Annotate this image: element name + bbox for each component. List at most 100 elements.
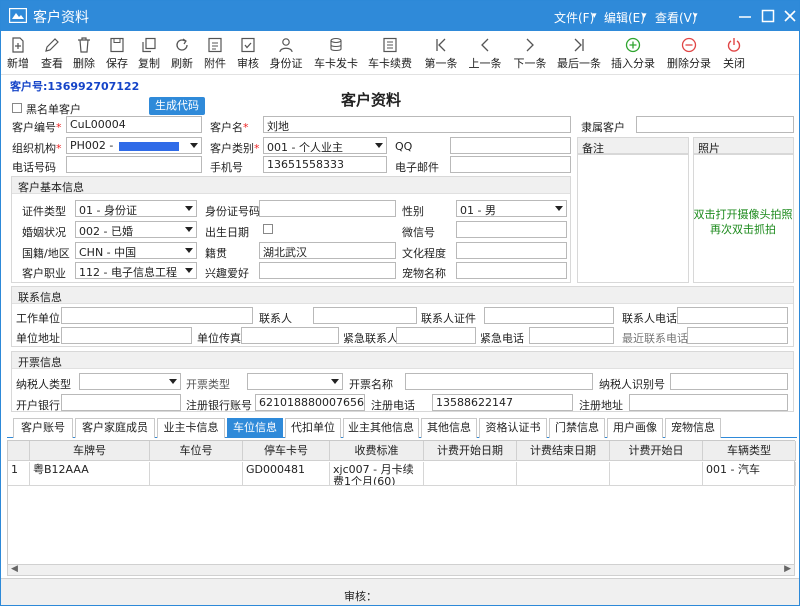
card-renew-button[interactable]: 车卡续费	[366, 33, 414, 73]
workplace-field[interactable]	[61, 307, 253, 324]
bank-account-field[interactable]: 6210188800076565	[255, 394, 365, 411]
taxpayer-type-select[interactable]	[79, 373, 181, 390]
id-type-select[interactable]: 01 - 身份证	[75, 200, 197, 217]
emergency-contact-field[interactable]	[396, 327, 476, 344]
emergency-phone-field[interactable]	[529, 327, 614, 344]
column-header[interactable]: 计费开始日	[610, 441, 703, 461]
category-select[interactable]: 001 - 个人业主	[263, 137, 387, 154]
menu-edit[interactable]: 编辑(E)	[604, 9, 645, 26]
copy-button[interactable]: 复制	[134, 33, 164, 73]
delete-button[interactable]: 删除	[69, 33, 99, 73]
workplace-label: 工作单位	[16, 312, 60, 325]
reg-address-field[interactable]	[629, 394, 788, 411]
contact-person-field[interactable]	[313, 307, 417, 324]
tab-qualification[interactable]: 资格认证书	[479, 418, 547, 438]
contact-id-field[interactable]	[484, 307, 614, 324]
cell-billing-end-date[interactable]	[517, 462, 610, 486]
refresh-button[interactable]: 刷新	[167, 33, 197, 73]
view-button[interactable]: 查看	[37, 33, 67, 73]
column-header[interactable]: 车辆类型	[703, 441, 796, 461]
cell-billing-start-date[interactable]	[424, 462, 517, 486]
tab-owner-card[interactable]: 业主卡信息	[157, 418, 225, 438]
gender-select[interactable]: 01 - 男	[456, 200, 567, 217]
close-window-icon[interactable]	[779, 5, 800, 27]
first-record-icon	[436, 38, 446, 52]
education-field[interactable]	[456, 242, 567, 259]
occupation-select[interactable]: 112 - 电子信息工程	[75, 262, 197, 279]
tab-withholding-unit[interactable]: 代扣单位	[285, 418, 341, 438]
horizontal-scrollbar[interactable]: ◀ ▶	[7, 564, 795, 576]
reg-phone-field[interactable]: 13588622147	[432, 394, 573, 411]
first-record-button[interactable]: 第一条	[422, 33, 460, 73]
generate-code-button[interactable]: 生成代码	[149, 97, 205, 115]
cell-parking-card[interactable]: GD000481	[243, 462, 330, 486]
work-fax-field[interactable]	[241, 327, 339, 344]
recent-phone-field[interactable]	[687, 327, 788, 344]
column-header[interactable]: 停车卡号	[243, 441, 330, 461]
tab-other-info[interactable]: 其他信息	[421, 418, 477, 438]
contact-phone-field[interactable]	[677, 307, 788, 324]
customer-code-field[interactable]: CuL00004	[66, 116, 202, 133]
cell-vehicle-type[interactable]: 001 - 汽车	[703, 462, 796, 486]
wechat-field[interactable]	[456, 221, 567, 238]
prev-record-button[interactable]: 上一条	[466, 33, 504, 73]
customer-name-field[interactable]: 刘地	[263, 116, 571, 133]
column-header[interactable]: 车位号	[150, 441, 243, 461]
column-header[interactable]: 收费标准	[330, 441, 424, 461]
tax-id-field[interactable]	[670, 373, 788, 390]
org-select[interactable]: PH002 -	[66, 137, 202, 154]
attachment-button[interactable]: 附件	[200, 33, 230, 73]
affiliated-customer-field[interactable]	[636, 116, 794, 133]
native-place-field[interactable]: 湖北武汉	[259, 242, 396, 259]
remark-textarea[interactable]	[577, 154, 689, 283]
bank-field[interactable]	[61, 394, 181, 411]
new-button[interactable]: 新增	[3, 33, 33, 73]
scroll-left-icon[interactable]: ◀	[11, 564, 18, 574]
tab-pet-info[interactable]: 宠物信息	[665, 418, 721, 438]
cell-billing-start-day[interactable]	[610, 462, 703, 486]
tab-access-control[interactable]: 门禁信息	[549, 418, 605, 438]
pet-name-field[interactable]	[456, 262, 567, 279]
contact-person-label: 联系人	[259, 312, 292, 325]
next-record-button[interactable]: 下一条	[511, 33, 549, 73]
id-card-button[interactable]: 身份证	[267, 33, 305, 73]
blacklist-checkbox[interactable]	[12, 103, 22, 113]
work-address-field[interactable]	[61, 327, 192, 344]
column-header[interactable]: 计费开始日期	[424, 441, 517, 461]
scroll-right-icon[interactable]: ▶	[784, 564, 791, 574]
minimize-icon[interactable]	[734, 5, 756, 27]
marital-select[interactable]: 002 - 已婚	[75, 221, 197, 238]
cell-fee-standard[interactable]: xjc007 - 月卡续费1个月(60)	[330, 462, 424, 486]
email-field[interactable]	[450, 156, 571, 173]
maximize-icon[interactable]	[757, 5, 779, 27]
save-button[interactable]: 保存	[102, 33, 132, 73]
delete-entry-button[interactable]: 删除分录	[665, 33, 713, 73]
card-issue-button[interactable]: 车卡发卡	[312, 33, 360, 73]
birth-date-checkbox[interactable]	[263, 224, 273, 234]
phone-field[interactable]	[66, 156, 202, 173]
cell-plate[interactable]: 粤B12AAA	[30, 462, 150, 486]
column-header[interactable]: 车牌号	[30, 441, 150, 461]
tab-parking-info[interactable]: 车位信息	[227, 418, 283, 438]
invoice-name-field[interactable]	[405, 373, 593, 390]
insert-entry-button[interactable]: 插入分录	[609, 33, 657, 73]
menu-view[interactable]: 查看(V)	[655, 9, 697, 26]
qq-field[interactable]	[450, 137, 571, 154]
audit-button[interactable]: 审核	[233, 33, 263, 73]
mobile-label: 手机号	[210, 161, 243, 174]
hobby-field[interactable]	[259, 262, 396, 279]
tab-owner-other-info[interactable]: 业主其他信息	[343, 418, 419, 438]
nation-select[interactable]: CHN - 中国	[75, 242, 197, 259]
mobile-field[interactable]: 13651558333	[263, 156, 387, 173]
tab-family-members[interactable]: 客户家庭成员	[75, 418, 155, 438]
contact-id-label: 联系人证件	[421, 312, 476, 325]
menu-file[interactable]: 文件(F)	[554, 9, 594, 26]
close-button[interactable]: 关闭	[719, 33, 749, 73]
cell-space[interactable]	[150, 462, 243, 486]
column-header[interactable]: 计费结束日期	[517, 441, 610, 461]
tab-user-profile[interactable]: 用户画像	[607, 418, 663, 438]
invoice-type-select[interactable]	[247, 373, 343, 390]
tab-customer-account[interactable]: 客户账号	[13, 418, 73, 438]
last-record-button[interactable]: 最后一条	[555, 33, 603, 73]
id-number-field[interactable]	[259, 200, 396, 217]
